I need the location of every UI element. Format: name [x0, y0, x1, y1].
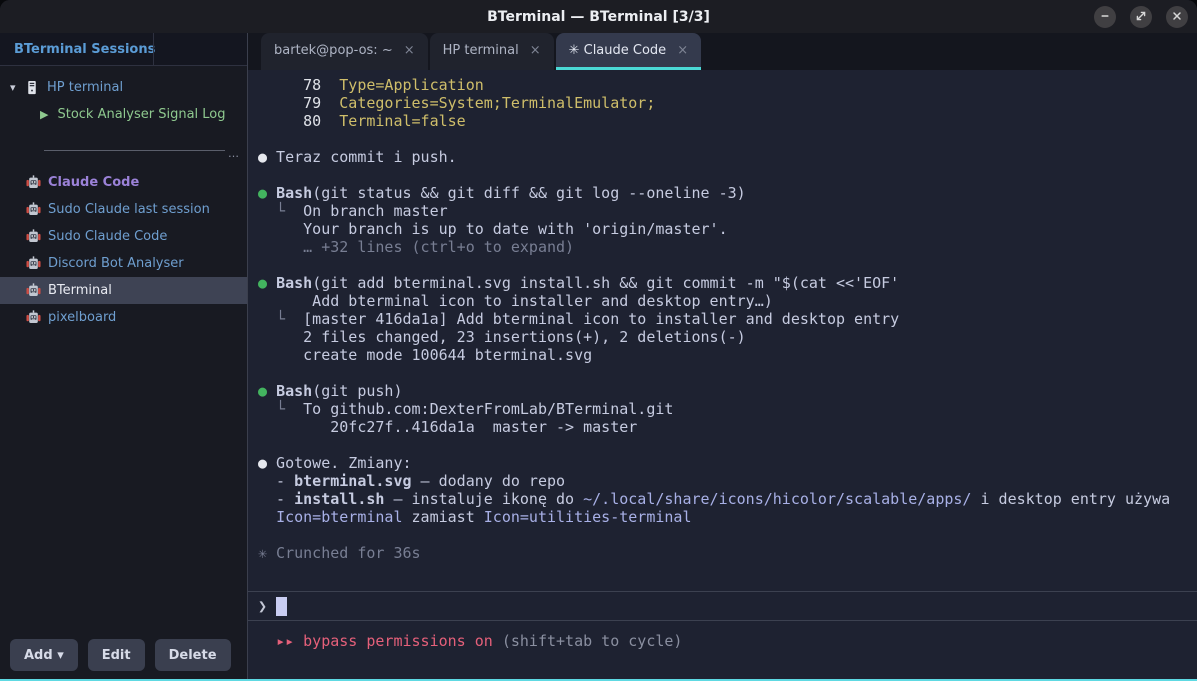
- terminal-line: [248, 526, 1197, 544]
- bterminal-window: BTerminal — BTerminal [3/3] BTerminal Se…: [0, 0, 1197, 681]
- robot-icon: [26, 229, 41, 244]
- session-item-discord-bot-analyser[interactable]: Discord Bot Analyser: [0, 250, 247, 277]
- bypass-arrows-icon: ▸▸: [276, 632, 294, 650]
- terminal-line: 2 files changed, 23 insertions(+), 2 del…: [248, 328, 1197, 346]
- session-item-bterminal[interactable]: BTerminal: [0, 277, 247, 304]
- terminal-line: - install.sh — instaluje ikonę do ~/.loc…: [248, 490, 1197, 508]
- tab-label: bartek@pop-os: ~: [274, 43, 393, 58]
- session-label: Sudo Claude Code: [48, 229, 167, 244]
- sidebar-title: BTerminal Sessions: [14, 42, 155, 57]
- terminal-line: ✳ Crunched for 36s: [248, 544, 1197, 562]
- terminal-line: [248, 436, 1197, 454]
- play-icon: ▶: [40, 108, 48, 121]
- session-label: Discord Bot Analyser: [48, 256, 184, 271]
- terminal-line: ● Bash(git status && git diff && git log…: [248, 184, 1197, 202]
- computer-icon: [26, 80, 40, 95]
- tab-bartek-pop-os[interactable]: bartek@pop-os: ~ ×: [261, 33, 428, 70]
- tab-label: ✳ Claude Code: [569, 43, 667, 58]
- sessions-sidebar: BTerminal Sessions ▾ HP terminal ▶ Stock…: [0, 33, 248, 679]
- terminal-scrollback: 78 Type=Application 79 Categories=System…: [248, 76, 1197, 562]
- session-item-sudo-claude-code[interactable]: Sudo Claude Code: [0, 223, 247, 250]
- session-label: Claude Code: [48, 175, 139, 190]
- terminal-line: └ To github.com:DexterFromLab/BTerminal.…: [248, 400, 1197, 418]
- tab-close-icon[interactable]: ×: [404, 43, 415, 58]
- titlebar[interactable]: BTerminal — BTerminal [3/3]: [0, 0, 1197, 33]
- add-button[interactable]: Add ▾: [10, 639, 78, 671]
- terminal-line: Add bterminal icon to installer and desk…: [248, 292, 1197, 310]
- terminal-line: [248, 166, 1197, 184]
- terminal-line: Icon=bterminal zamiast Icon=utilities-te…: [248, 508, 1197, 526]
- tree-item-label: HP terminal: [47, 80, 123, 95]
- terminal-line: 79 Categories=System;TerminalEmulator;: [248, 94, 1197, 112]
- delete-button[interactable]: Delete: [155, 639, 231, 671]
- robot-icon: [26, 202, 41, 217]
- terminal-line: ● Bash(git add bterminal.svg install.sh …: [248, 274, 1197, 292]
- robot-icon: [26, 283, 41, 298]
- tab-close-icon[interactable]: ×: [677, 43, 688, 58]
- maximize-icon: [1136, 9, 1146, 24]
- robot-icon: [26, 310, 41, 325]
- divider-line: [44, 150, 225, 151]
- tree-item-label: Stock Analyser Signal Log: [57, 107, 225, 122]
- permission-status: ▸▸ bypass permissions on (shift+tab to c…: [248, 621, 1197, 650]
- terminal-line: ● Gotowe. Zmiany:: [248, 454, 1197, 472]
- terminal-line: - bterminal.svg — dodany do repo: [248, 472, 1197, 490]
- tab-claude-code[interactable]: ✳ Claude Code ×: [556, 33, 702, 70]
- prompt-input[interactable]: ❯: [248, 591, 1197, 621]
- terminal-line: ● Teraz commit i push.: [248, 148, 1197, 166]
- terminal-line: [248, 364, 1197, 382]
- session-label: BTerminal: [48, 283, 112, 298]
- chevron-down-icon[interactable]: ▾: [10, 81, 26, 94]
- robot-icon: [26, 175, 41, 190]
- window-controls: [1094, 0, 1188, 33]
- minimize-icon: [1100, 9, 1110, 24]
- tree-item-hp-terminal[interactable]: ▾ HP terminal: [0, 74, 247, 100]
- session-list: Claude Code Sudo Claude last session Sudo …: [0, 169, 247, 331]
- window-title: BTerminal — BTerminal [3/3]: [487, 9, 710, 25]
- tab-label: HP terminal: [443, 43, 519, 58]
- tab-bar: bartek@pop-os: ~×HP terminal×✳ Claude Co…: [248, 33, 1197, 70]
- terminal-line: └ On branch master: [248, 202, 1197, 220]
- status-hint: (shift+tab to cycle): [502, 632, 683, 650]
- terminal-line: Your branch is up to date with 'origin/m…: [248, 220, 1197, 238]
- status-indent: [258, 632, 276, 650]
- edit-button[interactable]: Edit: [88, 639, 145, 671]
- terminal-line: 80 Terminal=false: [248, 112, 1197, 130]
- terminal-line: 78 Type=Application: [248, 76, 1197, 94]
- terminal-line: [248, 130, 1197, 148]
- terminal-line: ● Bash(git push): [248, 382, 1197, 400]
- terminal-line: [248, 256, 1197, 274]
- sidebar-header: BTerminal Sessions: [0, 33, 247, 66]
- tree-item-stock-analyser-signal-log[interactable]: ▶ Stock Analyser Signal Log: [0, 100, 247, 128]
- close-icon: [1172, 9, 1182, 24]
- session-label: pixelboard: [48, 310, 116, 325]
- session-item-pixelboard[interactable]: pixelboard: [0, 304, 247, 331]
- tab-close-icon[interactable]: ×: [530, 43, 541, 58]
- close-button[interactable]: [1166, 6, 1188, 28]
- terminal-line: 20fc27f..416da1a master -> master: [248, 418, 1197, 436]
- status-text: bypass permissions on: [294, 632, 502, 650]
- sidebar-divider: …: [44, 144, 239, 157]
- session-item-sudo-claude-last-session[interactable]: Sudo Claude last session: [0, 196, 247, 223]
- ellipsis-icon: …: [228, 147, 239, 160]
- terminal-pane: bartek@pop-os: ~×HP terminal×✳ Claude Co…: [248, 33, 1197, 679]
- terminal-line: create mode 100644 bterminal.svg: [248, 346, 1197, 364]
- tab-hp-terminal[interactable]: HP terminal ×: [430, 33, 554, 70]
- session-item-claude-code[interactable]: Claude Code: [0, 169, 247, 196]
- session-tree: ▾ HP terminal ▶ Stock Analyser Signal Lo…: [0, 66, 247, 128]
- session-label: Sudo Claude last session: [48, 202, 210, 217]
- robot-icon: [26, 256, 41, 271]
- prompt-chevron: ❯: [258, 597, 267, 615]
- maximize-button[interactable]: [1130, 6, 1152, 28]
- minimize-button[interactable]: [1094, 6, 1116, 28]
- text-cursor: [276, 597, 287, 616]
- terminal-line: … +32 lines (ctrl+o to expand): [248, 238, 1197, 256]
- sidebar-buttons: Add ▾ Edit Delete: [0, 639, 247, 679]
- terminal-output[interactable]: 78 Type=Application 79 Categories=System…: [248, 70, 1197, 679]
- terminal-line: └ [master 416da1a] Add bterminal icon to…: [248, 310, 1197, 328]
